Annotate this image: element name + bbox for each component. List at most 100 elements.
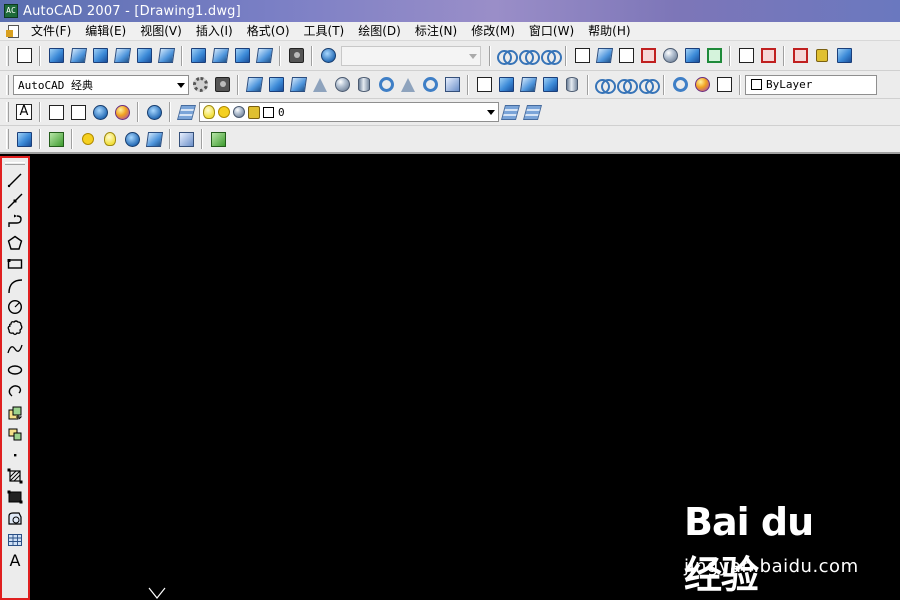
circle-button[interactable]: [4, 296, 26, 317]
ne-iso-button[interactable]: [232, 46, 252, 66]
presspull-button[interactable]: [496, 75, 516, 95]
se-iso-button[interactable]: [210, 46, 230, 66]
arc-button[interactable]: [4, 275, 26, 296]
nw-iso-button[interactable]: [254, 46, 274, 66]
box-button[interactable]: [266, 75, 286, 95]
extrude-button[interactable]: [474, 75, 494, 95]
intersect-2-button[interactable]: [638, 75, 660, 95]
top-view-button[interactable]: [46, 46, 66, 66]
workspace-combo[interactable]: AutoCAD 经典: [13, 74, 189, 95]
autocad-app-icon[interactable]: AC: [4, 4, 18, 18]
union-button[interactable]: [496, 46, 518, 66]
lights-list-button[interactable]: [100, 129, 120, 149]
menu-file[interactable]: 文件(F): [24, 22, 78, 41]
3d-align-button[interactable]: [714, 75, 734, 95]
make-block-button[interactable]: [4, 423, 26, 444]
pyramid-button[interactable]: [398, 75, 418, 95]
sphere-button[interactable]: [332, 75, 352, 95]
bottom-view-button[interactable]: [68, 46, 88, 66]
workspace-save-button[interactable]: [212, 75, 232, 95]
polygon-button[interactable]: [4, 233, 26, 254]
menu-draw[interactable]: 绘图(D): [351, 22, 408, 41]
realistic-button[interactable]: [90, 102, 110, 122]
menu-format[interactable]: 格式(O): [240, 22, 297, 41]
2d-wireframe-button[interactable]: [46, 102, 66, 122]
materials-button[interactable]: [122, 129, 142, 149]
mapping-button[interactable]: [144, 129, 164, 149]
lights-button[interactable]: [78, 129, 98, 149]
menu-insert[interactable]: 插入(I): [189, 22, 240, 41]
menu-help[interactable]: 帮助(H): [581, 22, 637, 41]
ellipse-arc-button[interactable]: [4, 381, 26, 402]
delete-faces-button[interactable]: [638, 46, 658, 66]
left-view-button[interactable]: [90, 46, 110, 66]
insert-block-button[interactable]: [4, 402, 26, 423]
loft-button[interactable]: [562, 75, 582, 95]
document-icon[interactable]: [6, 24, 20, 38]
subtract-2-button[interactable]: [616, 75, 638, 95]
helix-button[interactable]: [420, 75, 440, 95]
rotate-faces-button[interactable]: [660, 46, 680, 66]
offset-faces-button[interactable]: [616, 46, 636, 66]
point-button[interactable]: [4, 444, 26, 465]
hatch-button[interactable]: [4, 466, 26, 487]
visual-styles-manager-button[interactable]: [144, 102, 164, 122]
shell-button[interactable]: [812, 46, 832, 66]
camera-button[interactable]: [286, 46, 306, 66]
menu-window[interactable]: 窗口(W): [522, 22, 581, 41]
toolbar-grip[interactable]: [6, 45, 9, 66]
menu-dimension[interactable]: 标注(N): [408, 22, 464, 41]
menu-view[interactable]: 视图(V): [133, 22, 189, 41]
toolbar-grip[interactable]: [6, 74, 9, 95]
imprint-button[interactable]: [736, 46, 756, 66]
toolbar-grip[interactable]: [6, 129, 9, 149]
wedge-button[interactable]: [288, 75, 308, 95]
3d-wireframe-button[interactable]: [68, 102, 88, 122]
advanced-render-settings-button[interactable]: [208, 129, 228, 149]
revolve-button[interactable]: [540, 75, 560, 95]
clean-button[interactable]: [758, 46, 778, 66]
intersect-button[interactable]: [540, 46, 562, 66]
layer-combo[interactable]: 0: [199, 102, 499, 122]
construction-line-button[interactable]: [4, 190, 26, 211]
rectangle-button[interactable]: [4, 254, 26, 275]
front-view-button[interactable]: [134, 46, 154, 66]
torus-button[interactable]: [376, 75, 396, 95]
copy-faces-button[interactable]: [704, 46, 724, 66]
polyline-button[interactable]: [4, 211, 26, 232]
multiline-text-button[interactable]: A: [4, 550, 26, 571]
3d-move-button[interactable]: [670, 75, 690, 95]
render-environment-button[interactable]: [176, 129, 196, 149]
right-view-button[interactable]: [112, 46, 132, 66]
make-object-layer-current-button[interactable]: [500, 102, 520, 122]
sweep-button[interactable]: [518, 75, 538, 95]
named-views-button[interactable]: [318, 46, 338, 66]
ellipse-button[interactable]: [4, 360, 26, 381]
layer-properties-button[interactable]: [176, 102, 196, 122]
table-button[interactable]: [4, 529, 26, 550]
separate-button[interactable]: [790, 46, 810, 66]
cylinder-button[interactable]: [354, 75, 374, 95]
menu-tools[interactable]: 工具(T): [297, 22, 352, 41]
workspace-settings-button[interactable]: [190, 75, 210, 95]
gradient-button[interactable]: [4, 487, 26, 508]
spline-button[interactable]: [4, 339, 26, 360]
check-button[interactable]: [834, 46, 854, 66]
toolbar-grip[interactable]: [5, 162, 25, 165]
ucs-button[interactable]: [14, 46, 34, 66]
revision-cloud-button[interactable]: [4, 317, 26, 338]
hide-button[interactable]: [46, 129, 66, 149]
move-faces-button[interactable]: [594, 46, 614, 66]
back-view-button[interactable]: [156, 46, 176, 66]
render-button[interactable]: [14, 129, 34, 149]
planar-surface-button[interactable]: [442, 75, 462, 95]
cone-button[interactable]: [310, 75, 330, 95]
polysolid-button[interactable]: [244, 75, 264, 95]
menu-modify[interactable]: 修改(M): [464, 22, 522, 41]
view-combo[interactable]: [341, 45, 481, 66]
menu-edit[interactable]: 编辑(E): [78, 22, 133, 41]
layer-previous-button[interactable]: [522, 102, 542, 122]
union-2-button[interactable]: [594, 75, 616, 95]
sw-iso-button[interactable]: [188, 46, 208, 66]
line-button[interactable]: [4, 169, 26, 190]
